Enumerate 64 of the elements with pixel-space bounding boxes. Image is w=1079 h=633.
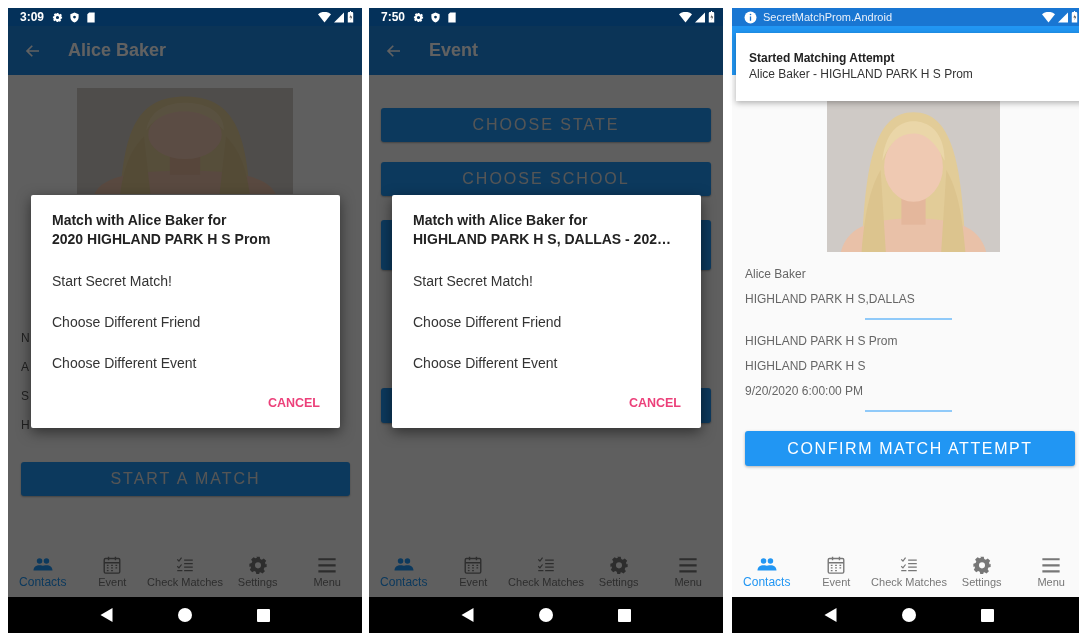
dialog-title: Match with Alice Baker for HIGHLAND PARK H S, DALLAS - 202… — [413, 211, 671, 249]
dialog-option[interactable]: Choose Different Friend — [413, 302, 681, 343]
cancel-button[interactable]: CANCEL — [267, 392, 320, 414]
screen-title: Alice Baker — [68, 40, 167, 61]
dialog-title: Match with Alice Baker for 2020 HIGHLAND PARK H S Prom — [52, 211, 271, 249]
app-name: SecretMatchProm.Android — [763, 11, 892, 23]
notification-title: Started Matching Attempt — [749, 50, 896, 66]
detail-text: Alice Baker — [745, 266, 807, 283]
settings-icon — [970, 554, 993, 574]
settings-icon — [607, 554, 630, 574]
home-icon[interactable] — [178, 608, 192, 622]
battery-icon — [347, 11, 354, 23]
battery-icon — [1071, 11, 1078, 23]
recents-icon[interactable] — [980, 608, 994, 622]
wifi-icon — [1042, 11, 1055, 23]
nav-tab[interactable]: Contacts — [732, 545, 802, 597]
action-button[interactable]: CHOOSE SCHOOL — [381, 162, 711, 196]
wifi-icon — [318, 11, 331, 23]
field-label: A — [20, 359, 29, 376]
signal-icon — [334, 11, 344, 23]
detail-text: HIGHLAND PARK H S Prom — [745, 333, 899, 350]
dialog-option[interactable]: Choose Different Friend — [52, 302, 320, 343]
back-icon[interactable] — [461, 608, 475, 622]
settings-icon — [413, 11, 425, 23]
signal-icon — [695, 11, 705, 23]
home-icon[interactable] — [902, 608, 916, 622]
recents-icon[interactable] — [256, 608, 270, 622]
action-button[interactable]: START A MATCH — [21, 462, 350, 496]
dialog-option[interactable]: Choose Different Event — [413, 343, 681, 384]
detail-text: HIGHLAND PARK H S,DALLAS — [745, 291, 916, 308]
notification-text: Alice Baker - HIGHLAND PARK H S Prom — [749, 66, 974, 82]
back-icon[interactable] — [824, 608, 838, 622]
settings-icon — [52, 11, 64, 23]
field-label: H — [20, 417, 30, 434]
detail-text: HIGHLAND PARK H S — [745, 358, 867, 375]
clock-time: 7:50 — [381, 10, 406, 24]
action-button[interactable]: CHOOSE STATE — [381, 108, 711, 142]
nav-tab[interactable]: Check Matches — [871, 545, 947, 597]
nav-tab[interactable]: Event — [801, 545, 872, 597]
field-label: N — [20, 330, 30, 347]
battery-icon — [708, 11, 715, 23]
clock-time: 3:09 — [20, 10, 45, 24]
settings-icon — [246, 554, 269, 574]
field-label: S — [20, 388, 29, 405]
dialog-option[interactable]: Start Secret Match! — [52, 261, 320, 302]
cancel-button[interactable]: CANCEL — [628, 392, 681, 414]
wifi-icon — [679, 11, 692, 23]
nav-tab[interactable]: Contacts — [8, 545, 78, 597]
dialog-option[interactable]: Start Secret Match! — [413, 261, 681, 302]
nav-tab[interactable]: Contacts — [369, 545, 439, 597]
shield-icon — [430, 11, 442, 23]
nav-tab[interactable]: Settings — [946, 545, 1017, 597]
back-icon[interactable] — [100, 608, 114, 622]
signal-icon — [1058, 11, 1068, 23]
recents-icon[interactable] — [617, 608, 631, 622]
shield-icon — [69, 11, 81, 23]
home-icon[interactable] — [539, 608, 553, 622]
sd-card-icon — [86, 11, 97, 23]
detail-text: 9/20/2020 6:00:00 PM — [745, 383, 865, 400]
nav-tab[interactable]: Menu — [1016, 545, 1079, 597]
confirm-button[interactable]: CONFIRM MATCH ATTEMPT — [745, 431, 1075, 466]
dialog-option[interactable]: Choose Different Event — [52, 343, 320, 384]
sd-card-icon — [447, 11, 458, 23]
screen-title: Event — [429, 40, 479, 61]
